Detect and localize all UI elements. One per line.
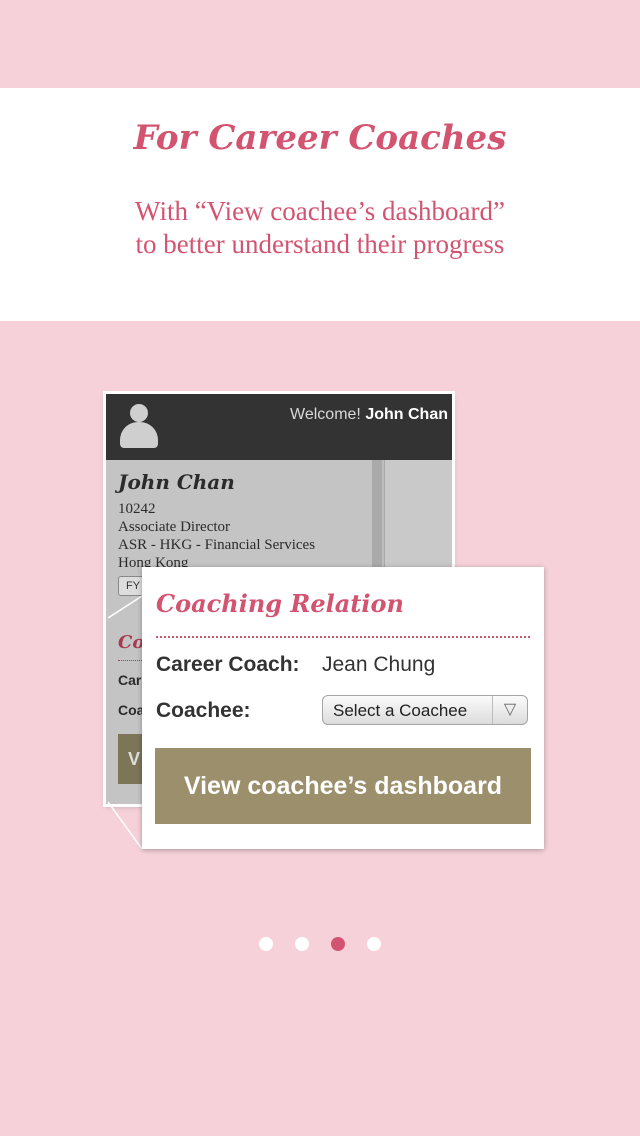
coaching-relation-card: Coaching Relation Career Coach: Jean Chu… <box>142 567 544 849</box>
page-dot-1[interactable] <box>259 937 273 951</box>
career-coach-value: Jean Chung <box>322 653 436 676</box>
section-heading-partial: Co <box>118 632 145 653</box>
coachee-label: Coachee: <box>156 699 251 722</box>
profile-details: 10242 Associate Director ASR - HKG - Fin… <box>118 500 315 572</box>
profile-title: Associate Director <box>118 519 231 535</box>
welcome-text: Welcome! John Chan <box>290 406 448 424</box>
row-label-partial-1: Car <box>118 672 142 688</box>
coachee-select-value: Select a Coachee <box>333 701 468 720</box>
welcome-prefix: Welcome! <box>290 406 361 423</box>
coachee-select[interactable]: Select a Coachee ▽ <box>322 695 528 725</box>
app-top-bar: Welcome! John Chan <box>106 394 452 460</box>
card-divider <box>156 636 530 638</box>
row-label-partial-2: Coa <box>118 702 145 718</box>
avatar-icon <box>118 402 160 450</box>
welcome-name: John Chan <box>365 406 448 423</box>
page-indicator <box>0 937 640 953</box>
subtitle-line-2: to better understand their progress <box>135 229 505 259</box>
card-title: Coaching Relation <box>156 589 404 618</box>
page-title: For Career Coaches <box>133 118 507 158</box>
page-dot-2[interactable] <box>295 937 309 951</box>
profile-id: 10242 <box>118 501 156 517</box>
career-coach-label: Career Coach: <box>156 653 300 676</box>
chevron-down-icon: ▽ <box>492 696 527 724</box>
page-dot-4[interactable] <box>367 937 381 951</box>
view-coachee-dashboard-button[interactable]: View coachee’s dashboard <box>155 748 531 824</box>
page-subtitle: With “View coachee’s dashboard” to bette… <box>0 195 640 261</box>
profile-department: ASR - HKG - Financial Services <box>118 537 316 553</box>
page-dot-3-active[interactable] <box>331 937 345 951</box>
subtitle-line-1: With “View coachee’s dashboard” <box>135 196 505 226</box>
profile-name: John Chan <box>118 470 235 494</box>
